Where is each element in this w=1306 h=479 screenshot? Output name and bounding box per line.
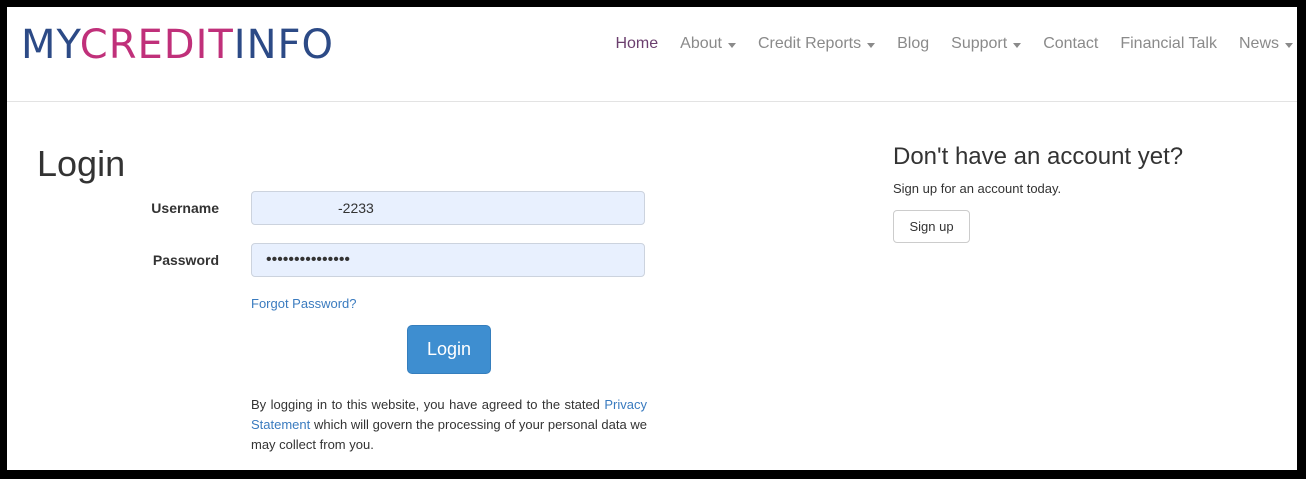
login-button[interactable]: Login — [407, 325, 491, 374]
agreement-text-before: By logging in to this website, you have … — [251, 397, 605, 412]
username-label: Username — [151, 200, 219, 216]
logo-text-my: MY — [21, 22, 80, 68]
main-nav: Home About Credit Reports Blog Support C… — [593, 35, 1293, 53]
nav-home-label: Home — [615, 35, 659, 52]
nav-blog[interactable]: Blog — [897, 35, 929, 53]
caret-down-icon — [867, 42, 876, 48]
nav-support-label: Support — [951, 35, 1008, 52]
nav-blog-label: Blog — [897, 35, 930, 52]
top-navbar: MYCREDITINFO Home About Credit Reports B… — [7, 7, 1297, 102]
caret-down-icon — [1285, 42, 1293, 48]
password-label: Password — [152, 252, 219, 268]
nav-contact[interactable]: Contact — [1043, 35, 1098, 53]
nav-about[interactable]: About — [680, 35, 736, 53]
nav-news-label: News — [1238, 35, 1279, 52]
nav-support[interactable]: Support — [951, 35, 1022, 53]
nav-financial-talk[interactable]: Financial Talk — [1120, 35, 1217, 53]
signup-text: Sign up for an account today. — [893, 181, 1062, 196]
logo-text-info: INFO — [233, 22, 335, 68]
caret-down-icon — [727, 42, 736, 48]
signup-button[interactable]: Sign up — [893, 210, 970, 243]
nav-about-label: About — [680, 35, 722, 52]
site-logo[interactable]: MYCREDITINFO — [21, 21, 334, 69]
password-input[interactable] — [251, 243, 645, 277]
nav-news[interactable]: News — [1239, 35, 1293, 53]
logo-text-credit: CREDIT — [79, 22, 234, 68]
login-title: Login — [37, 143, 126, 184]
page-frame: MYCREDITINFO Home About Credit Reports B… — [7, 7, 1297, 470]
privacy-agreement-text: By logging in to this website, you have … — [251, 395, 647, 455]
username-input[interactable] — [251, 191, 645, 225]
agreement-text-after: which will govern the processing of your… — [251, 417, 647, 452]
caret-down-icon — [1013, 42, 1022, 48]
nav-home[interactable]: Home — [615, 35, 658, 53]
nav-contact-label: Contact — [1043, 35, 1099, 52]
nav-credit-reports[interactable]: Credit Reports — [757, 35, 876, 53]
forgot-password-link[interactable]: Forgot Password? — [251, 296, 357, 311]
nav-credit-reports-label: Credit Reports — [757, 35, 862, 52]
nav-financial-talk-label: Financial Talk — [1120, 35, 1217, 52]
signup-title: Don't have an account yet? — [893, 143, 1184, 170]
